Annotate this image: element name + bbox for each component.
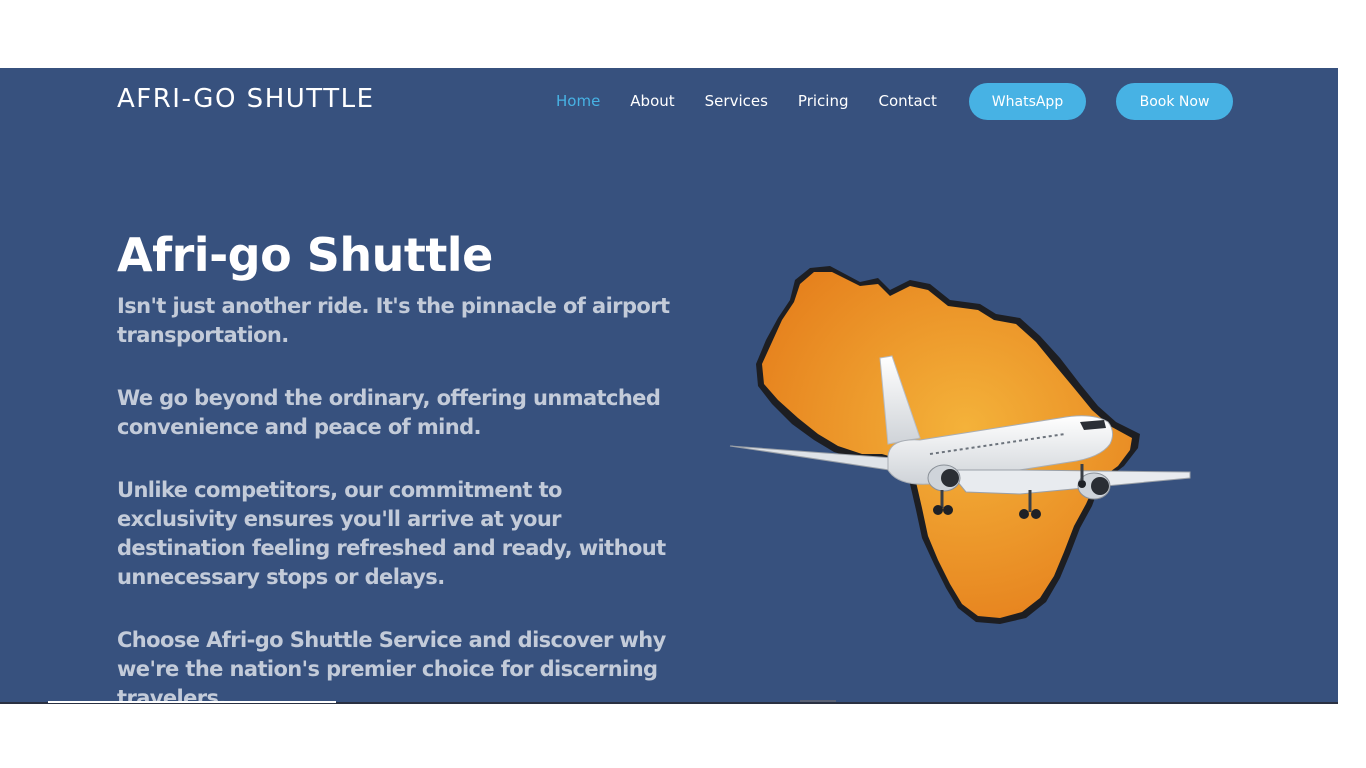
hero-paragraph: Choose Afri-go Shuttle Service and disco… (117, 628, 666, 702)
nav-home[interactable]: Home (556, 92, 600, 110)
whatsapp-button[interactable]: WhatsApp (969, 83, 1086, 120)
main-nav: Home About Services Pricing Contact (556, 92, 967, 110)
africa-map-with-airplane-icon (729, 266, 1191, 624)
africa-plane-illustration (720, 208, 1200, 648)
book-now-button[interactable]: Book Now (1116, 83, 1233, 120)
site-logo[interactable]: AFRI-GO SHUTTLE (117, 84, 375, 114)
hero-paragraph: Isn't just another ride. It's the pinnac… (117, 294, 670, 347)
nav-services[interactable]: Services (705, 92, 768, 110)
nav-about[interactable]: About (630, 92, 674, 110)
divider-segment (48, 701, 336, 703)
nav-pricing[interactable]: Pricing (798, 92, 849, 110)
hero-title: Afri-go Shuttle (117, 228, 493, 282)
nav-contact[interactable]: Contact (878, 92, 936, 110)
divider-segment (800, 700, 836, 702)
hero-section: AFRI-GO SHUTTLE Home About Services Pric… (0, 68, 1338, 702)
hero-paragraph: Unlike competitors, our commitment to ex… (117, 478, 666, 589)
bottom-divider (0, 700, 1338, 704)
hero-description: Isn't just another ride. It's the pinnac… (117, 292, 677, 702)
hero-paragraph: We go beyond the ordinary, offering unma… (117, 386, 661, 439)
